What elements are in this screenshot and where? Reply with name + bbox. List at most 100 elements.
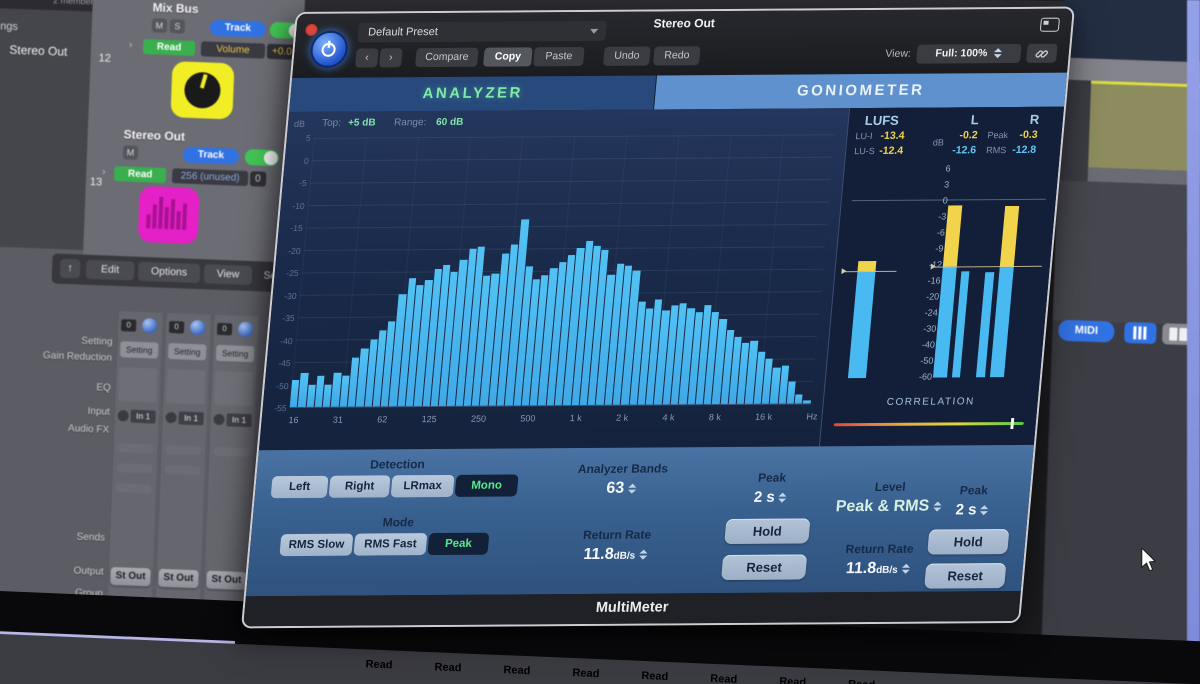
output-button[interactable]: St Out <box>206 571 247 591</box>
back-arrow-icon[interactable]: ↑ <box>60 259 81 279</box>
range-value[interactable]: 60 dB <box>436 117 464 128</box>
pan-knob[interactable] <box>190 320 206 336</box>
power-button[interactable] <box>309 31 349 68</box>
automation-read-pill[interactable]: Read <box>114 166 167 183</box>
menu-edit[interactable]: Edit <box>86 260 135 281</box>
read-button[interactable]: Read <box>695 668 752 684</box>
mute-button[interactable]: M <box>152 18 168 33</box>
send-slot[interactable] <box>117 443 153 453</box>
level-peak-stepper[interactable]: 2 s <box>928 501 1016 519</box>
mode-peak-button[interactable]: Peak <box>427 533 489 555</box>
track-pill[interactable]: Track <box>183 147 240 165</box>
audio-region[interactable] <box>1088 81 1200 172</box>
strip-setting-button[interactable]: Setting <box>216 345 255 362</box>
lu-s-label: LU-S <box>854 146 875 156</box>
reset-button[interactable]: Reset <box>721 554 807 580</box>
output-button[interactable]: St Out <box>110 567 151 587</box>
menu-view[interactable]: View <box>204 264 253 285</box>
tab-analyzer[interactable]: ANALYZER <box>289 75 657 112</box>
disclosure-chevron[interactable]: › <box>102 167 106 178</box>
level-hold-button[interactable]: Hold <box>927 529 1009 555</box>
detection-right-button[interactable]: Right <box>329 475 391 497</box>
correlation-meter <box>834 422 1024 426</box>
paste-button[interactable]: Paste <box>533 47 585 66</box>
view-size-selector[interactable]: Full: 100% <box>916 44 1022 64</box>
pan-knob[interactable] <box>142 318 158 334</box>
track-on-toggle[interactable] <box>245 149 280 166</box>
send-slot[interactable] <box>213 447 249 457</box>
level-reset-button[interactable]: Reset <box>924 563 1006 589</box>
eq-thumbnail[interactable] <box>166 369 205 404</box>
return-rate-stepper[interactable]: 11.8dB/s <box>535 545 697 564</box>
sidebar-item-stereo-out[interactable]: Stereo Out <box>9 43 67 59</box>
freq-tick-label: 16 k <box>754 412 772 425</box>
read-button[interactable]: Read <box>626 665 683 684</box>
lufs-meter-bar <box>848 271 876 379</box>
automation-param[interactable]: Volume <box>201 41 266 58</box>
window-mode-icon[interactable] <box>1040 18 1060 32</box>
read-button[interactable]: Read <box>420 657 477 679</box>
send-slot[interactable] <box>116 483 152 493</box>
strip-setting-button[interactable]: Setting <box>168 343 207 360</box>
pan-knob[interactable] <box>238 322 254 338</box>
read-button[interactable]: Read <box>833 674 890 684</box>
send-slot[interactable] <box>117 463 153 473</box>
send-slot[interactable] <box>164 465 200 475</box>
copy-button[interactable]: Copy <box>483 47 533 66</box>
freq-tick-label: 31 <box>332 415 343 428</box>
analyzer-bands-stepper[interactable]: 63 <box>540 479 702 498</box>
mute-button[interactable]: M <box>123 145 139 160</box>
meter-unit-label: dB <box>932 137 944 147</box>
hold-button[interactable]: Hold <box>724 518 810 544</box>
input-button[interactable]: In 1 <box>178 411 203 425</box>
top-value[interactable]: +5 dB <box>348 117 376 128</box>
link-button[interactable] <box>1026 44 1058 63</box>
eq-thumbnail[interactable] <box>214 371 253 406</box>
peak-hold-stepper[interactable]: 2 s <box>724 488 818 506</box>
automation-read-pill[interactable]: Read <box>143 39 196 56</box>
disclosure-chevron[interactable]: › <box>129 39 133 50</box>
input-button[interactable]: In 1 <box>226 413 251 427</box>
solo-button[interactable]: S <box>170 19 186 34</box>
next-preset-button[interactable]: › <box>379 48 403 67</box>
detection-lrmax-button[interactable]: LRmax <box>391 475 455 497</box>
prev-preset-button[interactable]: ‹ <box>355 48 379 67</box>
detection-left-button[interactable]: Left <box>271 476 329 498</box>
undo-button[interactable]: Undo <box>603 47 651 66</box>
read-button[interactable]: Read <box>351 654 408 676</box>
tab-goniometer[interactable]: GONIOMETER <box>654 73 1067 110</box>
read-button[interactable]: Read <box>489 659 546 681</box>
send-slot[interactable] <box>165 445 201 455</box>
mode-rms-slow-button[interactable]: RMS Slow <box>279 534 353 557</box>
detection-mono-button[interactable]: Mono <box>455 474 519 496</box>
strip-setting-button[interactable]: Setting <box>120 341 159 358</box>
input-button[interactable]: In 1 <box>130 410 155 424</box>
freq-tick-label: 62 <box>377 414 388 427</box>
format-icon[interactable] <box>165 412 176 423</box>
midi-badge[interactable]: MIDI <box>1058 320 1115 343</box>
mode-rms-fast-button[interactable]: RMS Fast <box>353 533 427 556</box>
format-icon[interactable] <box>117 410 128 421</box>
rms-label: RMS <box>986 145 1007 155</box>
automation-param[interactable]: 256 (unused) <box>172 168 249 186</box>
meter-marker-line <box>841 270 896 271</box>
strip-toggle[interactable]: 0 <box>217 323 232 336</box>
read-button[interactable]: Read <box>557 662 614 684</box>
track-pill[interactable]: Track <box>210 20 267 38</box>
mixer-view-icon[interactable] <box>1124 322 1157 344</box>
compare-button[interactable]: Compare <box>415 48 479 67</box>
sidebar-partial-label: ngs <box>0 20 18 33</box>
eq-thumbnail[interactable] <box>118 367 157 402</box>
plugin-wave-icon[interactable] <box>138 186 200 244</box>
strip-toggle[interactable]: 0 <box>169 321 184 334</box>
plugin-knob-icon[interactable] <box>170 61 234 119</box>
top-label: Top: <box>322 118 342 129</box>
output-button[interactable]: St Out <box>158 569 199 589</box>
read-button[interactable]: Read <box>764 671 821 684</box>
db-tick-label: -40 <box>280 336 293 346</box>
db-tick-label: -55 <box>274 403 287 413</box>
format-icon[interactable] <box>213 414 224 425</box>
redo-button[interactable]: Redo <box>653 46 701 65</box>
strip-toggle[interactable]: 0 <box>121 319 136 332</box>
menu-options[interactable]: Options <box>138 262 201 283</box>
